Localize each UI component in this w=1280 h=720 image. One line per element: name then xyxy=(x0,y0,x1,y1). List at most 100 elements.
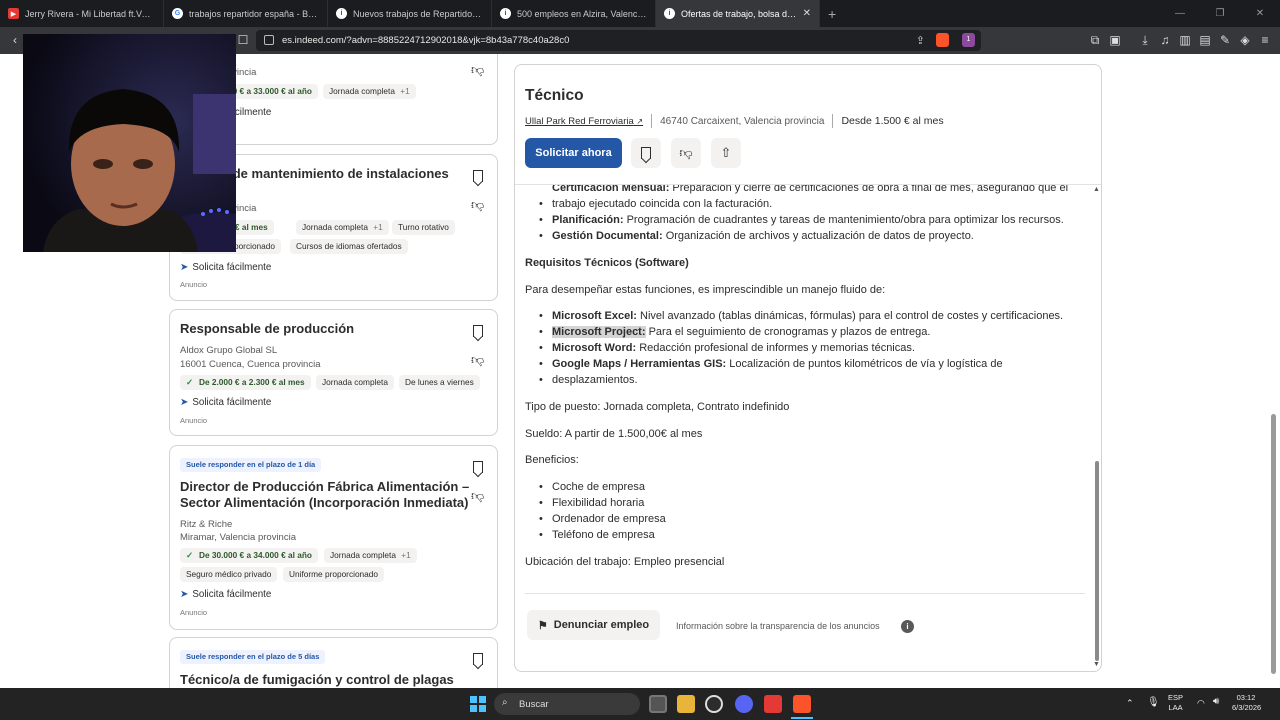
list-item: Gestión Documental: Organización de arch… xyxy=(539,228,1082,244)
list-item: Microsoft Project: Para el seguimiento d… xyxy=(539,324,1082,340)
job-detail-title: Técnico xyxy=(525,87,584,104)
job-title[interactable]: Director de Producción Fábrica Alimentac… xyxy=(180,479,469,495)
external-link-icon: ↗ xyxy=(636,116,644,126)
start-tile xyxy=(479,696,486,703)
scroll-thumb[interactable] xyxy=(1095,461,1099,661)
start-icon[interactable] xyxy=(470,696,486,712)
address-bar[interactable]: es.indeed.com/?advn=8885224712902018&vjk… xyxy=(256,30,981,51)
tab-indeed-alzira[interactable]: i500 empleos en Alzira, Valencia provinc… xyxy=(492,0,656,27)
youtube-app-icon[interactable] xyxy=(764,695,782,713)
response-badge: Suele responder en el plazo de 5 días xyxy=(180,650,326,664)
dislike-icon: 👎︎ xyxy=(679,145,693,160)
info-icon[interactable]: i xyxy=(901,620,914,633)
job-title[interactable]: Responsable de producción xyxy=(180,321,354,337)
extensions-icon[interactable]: ⧉ xyxy=(1088,33,1102,47)
discord-icon[interactable] xyxy=(735,695,753,713)
leo-icon[interactable]: ✎ xyxy=(1218,33,1232,47)
download-icon[interactable]: ⤓ xyxy=(1138,33,1152,47)
share-job-button[interactable]: ⇧ xyxy=(711,138,741,168)
scroll-thumb[interactable] xyxy=(1271,414,1276,674)
apply-now-button[interactable]: Solicitar ahora xyxy=(525,138,622,168)
volume-icon[interactable]: 🔊︎ xyxy=(1213,697,1219,707)
microphone-icon[interactable]: 🎙︎ xyxy=(1147,698,1160,708)
company-link[interactable]: Ullal Park Red Ferroviaria ↗ xyxy=(525,116,643,127)
menu-icon[interactable]: ≡ xyxy=(1258,33,1272,47)
chip: Jornada completa xyxy=(316,375,394,390)
vpn-icon[interactable]: ◈ xyxy=(1238,33,1252,47)
wallet-icon[interactable]: ▤ xyxy=(1198,33,1212,47)
paragraph: Ubicación del trabajo: Empleo presencial xyxy=(525,556,725,568)
site-info-icon[interactable] xyxy=(264,35,274,45)
detail-scrollbar[interactable]: ▲ ▼ xyxy=(1093,186,1101,670)
dislike-icon[interactable]: 👎︎ xyxy=(471,62,484,78)
reader-icon[interactable]: ▥ xyxy=(1178,33,1192,47)
new-tab-button[interactable]: + xyxy=(828,6,836,22)
paragraph: Tipo de puesto: Jornada completa, Contra… xyxy=(525,401,790,413)
brave-rewards-icon[interactable]: 1 xyxy=(962,33,975,47)
tab-youtube[interactable]: ▶ Jerry Rivera - Mi Libertad ft.Voltio xyxy=(0,0,164,27)
salary-chip: De 30.000 € a 34.000 € al año xyxy=(180,548,318,563)
task-view-icon[interactable] xyxy=(649,695,667,713)
bookmark-icon[interactable] xyxy=(473,325,483,337)
minimize-icon[interactable]: — xyxy=(1160,0,1200,27)
salary-chip: De 2.000 € a 2.300 € al mes xyxy=(180,375,311,390)
save-job-button[interactable] xyxy=(631,138,661,168)
report-job-button[interactable]: ⚑ Denunciar empleo xyxy=(527,610,660,640)
list-item: Teléfono de empresa xyxy=(539,527,1082,543)
dislike-icon[interactable]: 👎︎ xyxy=(471,352,484,368)
start-tile xyxy=(479,705,486,712)
back-icon[interactable]: ‹ xyxy=(8,33,22,47)
job-title-line2[interactable]: Sector Alimentación (Incorporación Inmed… xyxy=(180,495,468,511)
dislike-icon[interactable]: 👎︎ xyxy=(471,197,484,213)
show-hidden-icon[interactable]: ⌃ xyxy=(1126,698,1134,708)
send-icon: ➤ xyxy=(180,397,189,408)
list-item: Planificación: Programación de cuadrante… xyxy=(539,212,1082,228)
bookmark-icon[interactable] xyxy=(473,170,483,182)
job-card[interactable]: Suele responder en el plazo de 1 día 👎︎ … xyxy=(169,445,498,630)
tab-google[interactable]: Gtrabajos repartidor españa - Buscar con… xyxy=(164,0,328,27)
taskbar: ⌕ Buscar ⌃ 🎙︎ ESP LAA ◠ 🔊︎ 03:12 6/3/2026 xyxy=(0,688,1280,720)
restore-icon[interactable]: ❐ xyxy=(1200,0,1240,27)
language-indicator[interactable]: ESP LAA xyxy=(1168,693,1183,713)
webcam-overlay xyxy=(23,34,236,252)
page-scrollbar[interactable] xyxy=(1270,54,1278,688)
indeed-icon: i xyxy=(664,8,675,19)
brave-icon[interactable] xyxy=(793,695,811,713)
tab-indeed-ofertas[interactable]: iOfertas de trabajo, bolsa de trabajo✕ xyxy=(656,0,820,27)
scroll-down-icon[interactable]: ▼ xyxy=(1093,661,1100,668)
divider xyxy=(832,114,834,128)
bookmark-page-icon[interactable]: ☐ xyxy=(236,33,250,47)
dislike-icon[interactable]: 👎︎ xyxy=(471,488,484,504)
scroll-up-icon[interactable]: ▲ xyxy=(1093,186,1100,193)
close-tab-icon[interactable]: ✕ xyxy=(803,8,811,19)
file-explorer-icon[interactable] xyxy=(677,695,695,713)
indeed-icon: i xyxy=(336,8,347,19)
paragraph: Para desempeñar estas funciones, es impr… xyxy=(525,284,886,296)
taskbar-search[interactable]: ⌕ Buscar xyxy=(494,693,640,715)
job-card[interactable]: Responsable de producción 👎︎ Aldox Grupo… xyxy=(169,309,498,436)
sidebar-icon[interactable]: ▣ xyxy=(1108,33,1122,47)
job-title[interactable]: Técnico/a de fumigación y control de pla… xyxy=(180,672,454,688)
clock[interactable]: 03:12 6/3/2026 xyxy=(1232,693,1261,713)
tab-indeed-repartidor[interactable]: iNuevos trabajos de Repartidor en Alzira xyxy=(328,0,492,27)
list-item: Microsoft Excel: Nivel avanzado (tablas … xyxy=(539,308,1082,324)
steam-icon[interactable] xyxy=(705,695,723,713)
easy-apply: ➤Solicita fácilmente xyxy=(180,589,272,600)
music-icon[interactable]: ♫ xyxy=(1158,33,1172,47)
not-interested-button[interactable]: 👎︎ xyxy=(671,138,701,168)
wifi-icon[interactable]: ◠ xyxy=(1197,698,1205,708)
transparency-link[interactable]: Información sobre la transparencia de lo… xyxy=(676,621,880,631)
close-window-icon[interactable]: ✕ xyxy=(1240,0,1280,27)
bookmark-icon[interactable] xyxy=(473,653,483,665)
job-card[interactable]: Suele responder en el plazo de 5 días Té… xyxy=(169,637,498,688)
flag-icon: ⚑ xyxy=(537,619,548,632)
bookmark-icon[interactable] xyxy=(473,461,483,473)
job-detail-panel: Técnico Ullal Park Red Ferroviaria ↗ 467… xyxy=(514,64,1102,672)
active-indicator xyxy=(791,717,813,719)
window-controls: — ❐ ✕ xyxy=(1160,0,1280,27)
list-item-cont: desplazamientos. xyxy=(539,372,1082,388)
response-badge: Suele responder en el plazo de 1 día xyxy=(180,458,322,472)
list-item: Flexibilidad horaria xyxy=(539,495,1082,511)
share-icon[interactable]: ⇪ xyxy=(916,34,925,47)
brave-shields-icon[interactable] xyxy=(936,33,949,47)
